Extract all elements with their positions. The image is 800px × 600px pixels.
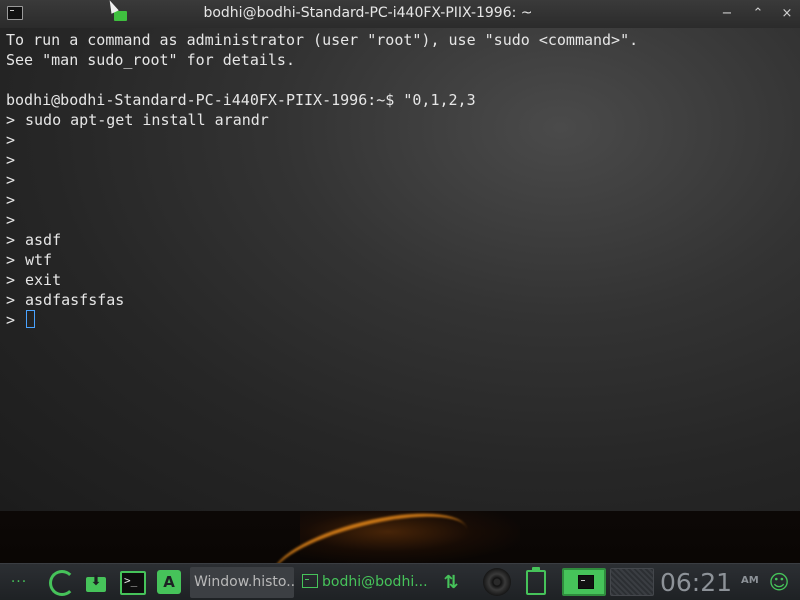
text-cursor (26, 310, 35, 328)
download-arrow-icon: ⬇ (90, 573, 102, 589)
window-titlebar[interactable]: bodhi@bodhi-Standard-PC-i440FX-PIIX-1996… (0, 0, 800, 28)
terminal-line: See "man sudo_root" for details. (6, 51, 295, 69)
taskbar-item-label: bodhi@bodhi... (322, 574, 428, 590)
continuation-prompt: > (6, 171, 16, 189)
close-button[interactable]: × (777, 4, 797, 24)
continuation-prompt: > (6, 271, 16, 289)
user-menu-icon[interactable]: ☺ (764, 569, 794, 596)
terminal-input-line[interactable]: > (6, 310, 796, 330)
launcher-download-icon[interactable]: ⬇ (84, 569, 108, 596)
taskbar: ··· ⬇ >_ A Window.histo... bodhi@bodhi..… (0, 563, 800, 600)
terminal-icon (302, 574, 318, 588)
terminal-line: bodhi@bodhi-Standard-PC-i440FX-PIIX-1996… (6, 91, 476, 109)
workspace-1-pager[interactable] (562, 568, 606, 596)
menu-dots-icon[interactable]: ··· (8, 569, 30, 596)
continuation-prompt: > (6, 151, 16, 169)
launcher-apps-icon[interactable]: A (156, 569, 182, 596)
desktop-wallpaper[interactable] (0, 511, 800, 563)
terminal-line: > (6, 130, 796, 150)
clock-ampm: AM (741, 575, 759, 586)
clipboard-icon[interactable] (524, 567, 550, 596)
continuation-prompt: > (6, 251, 16, 269)
refresh-ring (49, 570, 75, 596)
continuation-prompt: > (6, 191, 16, 209)
terminal-line: > (6, 210, 796, 230)
workspace-2-pager[interactable] (610, 568, 654, 596)
continuation-prompt: > (6, 231, 16, 249)
terminal-window[interactable]: bodhi@bodhi-Standard-PC-i440FX-PIIX-1996… (0, 0, 800, 511)
clipboard-clip (532, 567, 540, 572)
terminal-line: > (6, 150, 796, 170)
maximize-button[interactable]: ⌃ (748, 4, 768, 24)
apps-glyph: A (163, 573, 175, 591)
terminal-output[interactable]: To run a command as administrator (user … (6, 30, 796, 500)
continuation-prompt: > (6, 131, 16, 149)
clock-time[interactable]: 06:21 (660, 566, 740, 599)
terminal-line: > asdfasfsfas (6, 291, 125, 309)
disc-shape (483, 568, 511, 596)
terminal-line: > wtf (6, 251, 53, 269)
media-disc-icon[interactable] (482, 568, 512, 596)
terminal-line: > exit (6, 271, 62, 289)
terminal-icon (578, 575, 594, 589)
launcher-refresh-icon[interactable] (48, 569, 75, 596)
continuation-prompt: > (6, 311, 16, 329)
terminal-line: > (6, 170, 796, 190)
continuation-prompt: > (6, 211, 16, 229)
minimize-button[interactable]: − (717, 4, 737, 24)
terminal-line: > sudo apt-get install arandr (6, 111, 269, 129)
network-arrows-icon[interactable]: ⇅ (440, 569, 462, 596)
taskbar-item-terminal[interactable]: bodhi@bodhi... (302, 567, 428, 598)
terminal-line: To run a command as administrator (user … (6, 31, 639, 49)
desktop-screen: bodhi@bodhi-Standard-PC-i440FX-PIIX-1996… (0, 0, 800, 600)
continuation-prompt: > (6, 291, 16, 309)
taskbar-item-window-history[interactable]: Window.histo... (190, 567, 294, 598)
terminal-line: > asdf (6, 231, 62, 249)
terminal-glyph: >_ (124, 574, 138, 587)
continuation-prompt: > (6, 111, 16, 129)
launcher-terminal-icon[interactable]: >_ (119, 569, 146, 596)
terminal-line: > (6, 190, 796, 210)
clipboard-board (526, 570, 546, 595)
